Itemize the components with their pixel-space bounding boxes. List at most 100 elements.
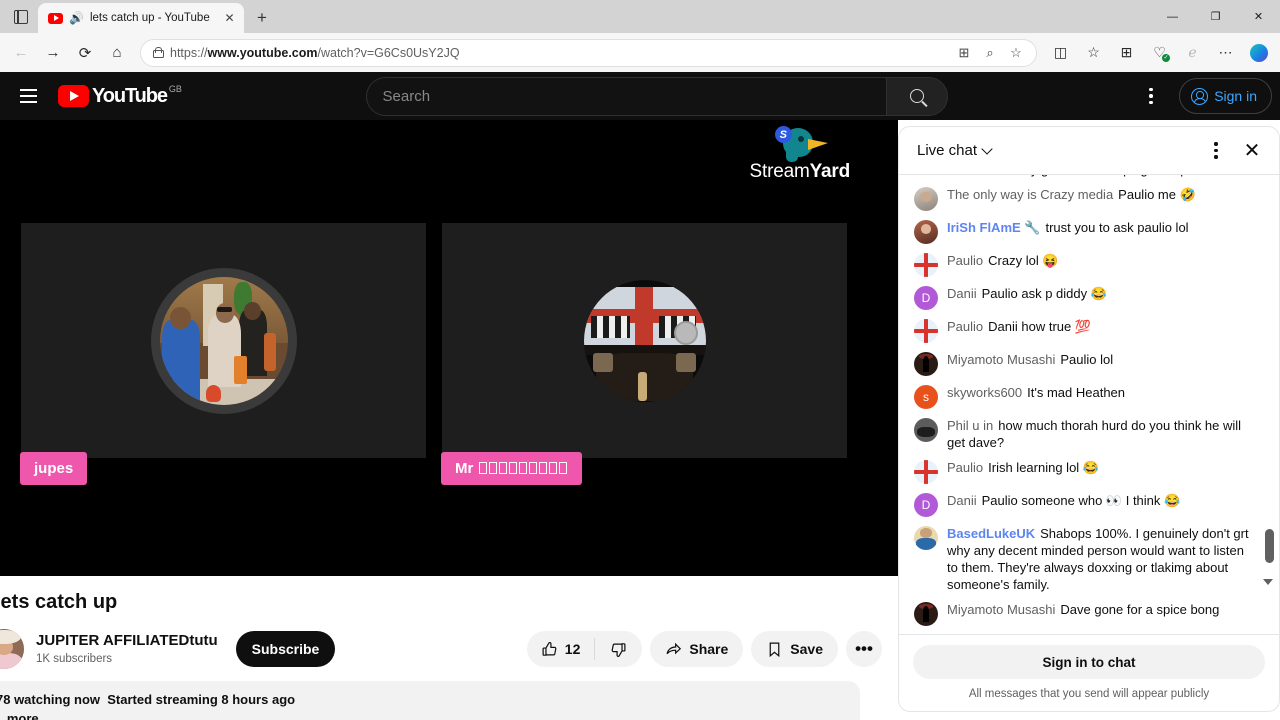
- copilot-icon[interactable]: [1243, 38, 1274, 68]
- chat-author-name[interactable]: Miyamoto Musashi: [947, 352, 1055, 367]
- chat-message[interactable]: Paulio Crazy lol 😝: [899, 248, 1279, 281]
- favorites-icon[interactable]: ☆: [1078, 38, 1109, 68]
- chat-author-avatar[interactable]: s: [914, 385, 938, 409]
- brand-prefix: Stream: [749, 161, 810, 182]
- chat-author-name[interactable]: Paulio: [947, 253, 983, 268]
- browser-tab-strip: 🔊 lets catch up - YouTube ✕ + — ❐ ✕: [0, 0, 1280, 33]
- chat-message[interactable]: BasedLukeUK Shabops 100%. I genuinely don…: [899, 521, 1279, 597]
- chat-author-avatar[interactable]: [914, 187, 938, 211]
- chat-author-avatar[interactable]: [914, 526, 938, 550]
- dislike-button[interactable]: [595, 641, 642, 658]
- split-pane-icon: [14, 9, 28, 24]
- chat-message[interactable]: Miyamoto Musashi Dave gone for a spice bo…: [899, 597, 1279, 630]
- chat-message[interactable]: The only way is Crazy media Paulio me 🤣: [899, 182, 1279, 215]
- save-button[interactable]: Save: [751, 631, 838, 667]
- chat-message-body: The only way is Crazy media Paulio me 🤣: [947, 186, 1257, 211]
- participant-name-tag: Mr: [441, 452, 582, 485]
- chat-author-name[interactable]: Phil u in: [947, 418, 993, 433]
- chat-author-name[interactable]: Paulio: [947, 319, 983, 334]
- chat-author-avatar[interactable]: [914, 460, 938, 484]
- channel-info[interactable]: JUPITER AFFILIATEDtutu 1K subscribers: [0, 629, 218, 669]
- scrollbar-thumb[interactable]: [1265, 529, 1274, 563]
- settings-more-icon[interactable]: ⋯: [1210, 38, 1241, 68]
- reading-view-icon[interactable]: ◫: [1045, 38, 1076, 68]
- chat-author-avatar[interactable]: [914, 352, 938, 376]
- channel-avatar[interactable]: [0, 629, 24, 669]
- more-vertical-icon[interactable]: [1131, 76, 1171, 116]
- tab-title: lets catch up - YouTube: [89, 12, 210, 24]
- chat-author-avatar[interactable]: [914, 253, 938, 277]
- browser-essentials-icon[interactable]: ♡ ✓: [1144, 38, 1175, 68]
- chat-message-body: Paulio Danii how true 💯: [947, 318, 1257, 343]
- share-button[interactable]: Share: [650, 631, 744, 667]
- youtube-logo[interactable]: YouTube GB: [58, 83, 182, 109]
- chat-message-body: Danii Paulio someone who 👀 I think 😂: [947, 492, 1257, 517]
- chat-close-button[interactable]: ✕: [1235, 134, 1269, 168]
- window-maximize-button[interactable]: ❐: [1194, 0, 1237, 33]
- chat-message[interactable]: Phil u in how much thorah hurd do you thi…: [899, 413, 1279, 455]
- description-box[interactable]: 78 watching now Started streaming 8 hour…: [0, 681, 860, 720]
- video-player[interactable]: S StreamYard jupes Mr: [0, 120, 898, 576]
- channel-meta: JUPITER AFFILIATEDtutu 1K subscribers: [36, 631, 218, 667]
- sign-in-to-chat-button[interactable]: Sign in to chat: [913, 645, 1265, 679]
- tab-close-button[interactable]: ✕: [221, 10, 238, 27]
- favorite-star-icon[interactable]: ☆: [1004, 41, 1028, 65]
- chat-author-avatar[interactable]: [914, 418, 938, 442]
- more-actions-button[interactable]: •••: [846, 631, 882, 667]
- chat-message[interactable]: D Danii Paulio ask p diddy 😂: [899, 281, 1279, 314]
- chat-scrollbar[interactable]: [1263, 175, 1274, 585]
- hamburger-menu-icon[interactable]: [8, 76, 48, 116]
- chat-message[interactable]: Paulio Irish learning lol 😂: [899, 455, 1279, 488]
- chat-author-avatar[interactable]: D: [914, 286, 938, 310]
- window-close-button[interactable]: ✕: [1237, 0, 1280, 33]
- collections-icon[interactable]: ⊞: [1111, 38, 1142, 68]
- chat-message-list[interactable]: s skyworks600 you can hear by the inflecti…: [899, 175, 1279, 634]
- search-input[interactable]: Search: [365, 76, 886, 116]
- split-screen-icon[interactable]: ⊞: [952, 41, 976, 65]
- like-button[interactable]: 12: [527, 641, 595, 658]
- chat-author-avatar[interactable]: [914, 319, 938, 343]
- chat-author-name[interactable]: Paulio: [947, 460, 983, 475]
- subscribe-button[interactable]: Subscribe: [235, 631, 336, 667]
- youtube-masthead: YouTube GB Search Sign in: [0, 72, 1280, 120]
- forward-button[interactable]: →: [38, 38, 68, 68]
- description-more-link[interactable]: ...more: [0, 711, 848, 720]
- chat-message[interactable]: s skyworks600 It's mad Heathen: [899, 380, 1279, 413]
- chat-message-text: you can hear by the inflection in their …: [947, 175, 1257, 177]
- chat-author-name[interactable]: skyworks600: [947, 385, 1022, 400]
- channel-name[interactable]: JUPITER AFFILIATEDtutu: [36, 631, 218, 651]
- speaker-icon[interactable]: 🔊: [69, 12, 84, 24]
- chat-author-name[interactable]: The only way is Crazy media: [947, 187, 1113, 202]
- chat-message[interactable]: Paulio Danii how true 💯: [899, 314, 1279, 347]
- chat-author-name[interactable]: Danii: [947, 286, 977, 301]
- youtube-country-code: GB: [168, 84, 182, 94]
- participant-name-text: Mr: [455, 460, 478, 477]
- chat-author-name[interactable]: Danii: [947, 493, 977, 508]
- new-tab-button[interactable]: +: [248, 4, 276, 32]
- home-button[interactable]: ⌂: [102, 38, 132, 68]
- chat-message[interactable]: Miyamoto Musashi Paulio lol: [899, 347, 1279, 380]
- zoom-icon[interactable]: ⌕: [978, 41, 1002, 65]
- browser-tab[interactable]: 🔊 lets catch up - YouTube ✕: [38, 3, 244, 33]
- reload-button[interactable]: ⟳: [70, 38, 100, 68]
- chat-author-avatar[interactable]: [914, 220, 938, 244]
- address-bar[interactable]: https://www.youtube.com/watch?v=G6Cs0UsY…: [140, 38, 1037, 67]
- chat-author-name[interactable]: IriSh FlAmE 🔧: [947, 220, 1040, 235]
- chat-message[interactable]: D Danii Paulio someone who 👀 I think 😂: [899, 488, 1279, 521]
- chat-message[interactable]: sskyworks600you can hear by the inflecti…: [899, 175, 1279, 182]
- chat-author-name[interactable]: BasedLukeUK: [947, 526, 1035, 541]
- chat-more-button[interactable]: [1199, 134, 1233, 168]
- chat-author-avatar[interactable]: D: [914, 493, 938, 517]
- search-button[interactable]: [885, 76, 948, 116]
- sidebar-toggle-button[interactable]: [4, 0, 38, 33]
- scroll-down-arrow-icon[interactable]: [1263, 579, 1273, 585]
- chat-message[interactable]: IriSh FlAmE 🔧 trust you to ask paulio lol: [899, 215, 1279, 248]
- chat-author-name[interactable]: Miyamoto Musashi: [947, 602, 1055, 617]
- sign-in-button[interactable]: Sign in: [1179, 78, 1272, 114]
- back-button[interactable]: ←: [6, 38, 36, 68]
- chat-author-avatar[interactable]: [914, 602, 938, 626]
- extensions-icon[interactable]: ℯ: [1177, 38, 1208, 68]
- live-chat-title-button[interactable]: Live chat: [917, 142, 993, 159]
- window-minimize-button[interactable]: —: [1151, 0, 1194, 33]
- chat-message-text: Crazy lol 😝: [988, 253, 1059, 268]
